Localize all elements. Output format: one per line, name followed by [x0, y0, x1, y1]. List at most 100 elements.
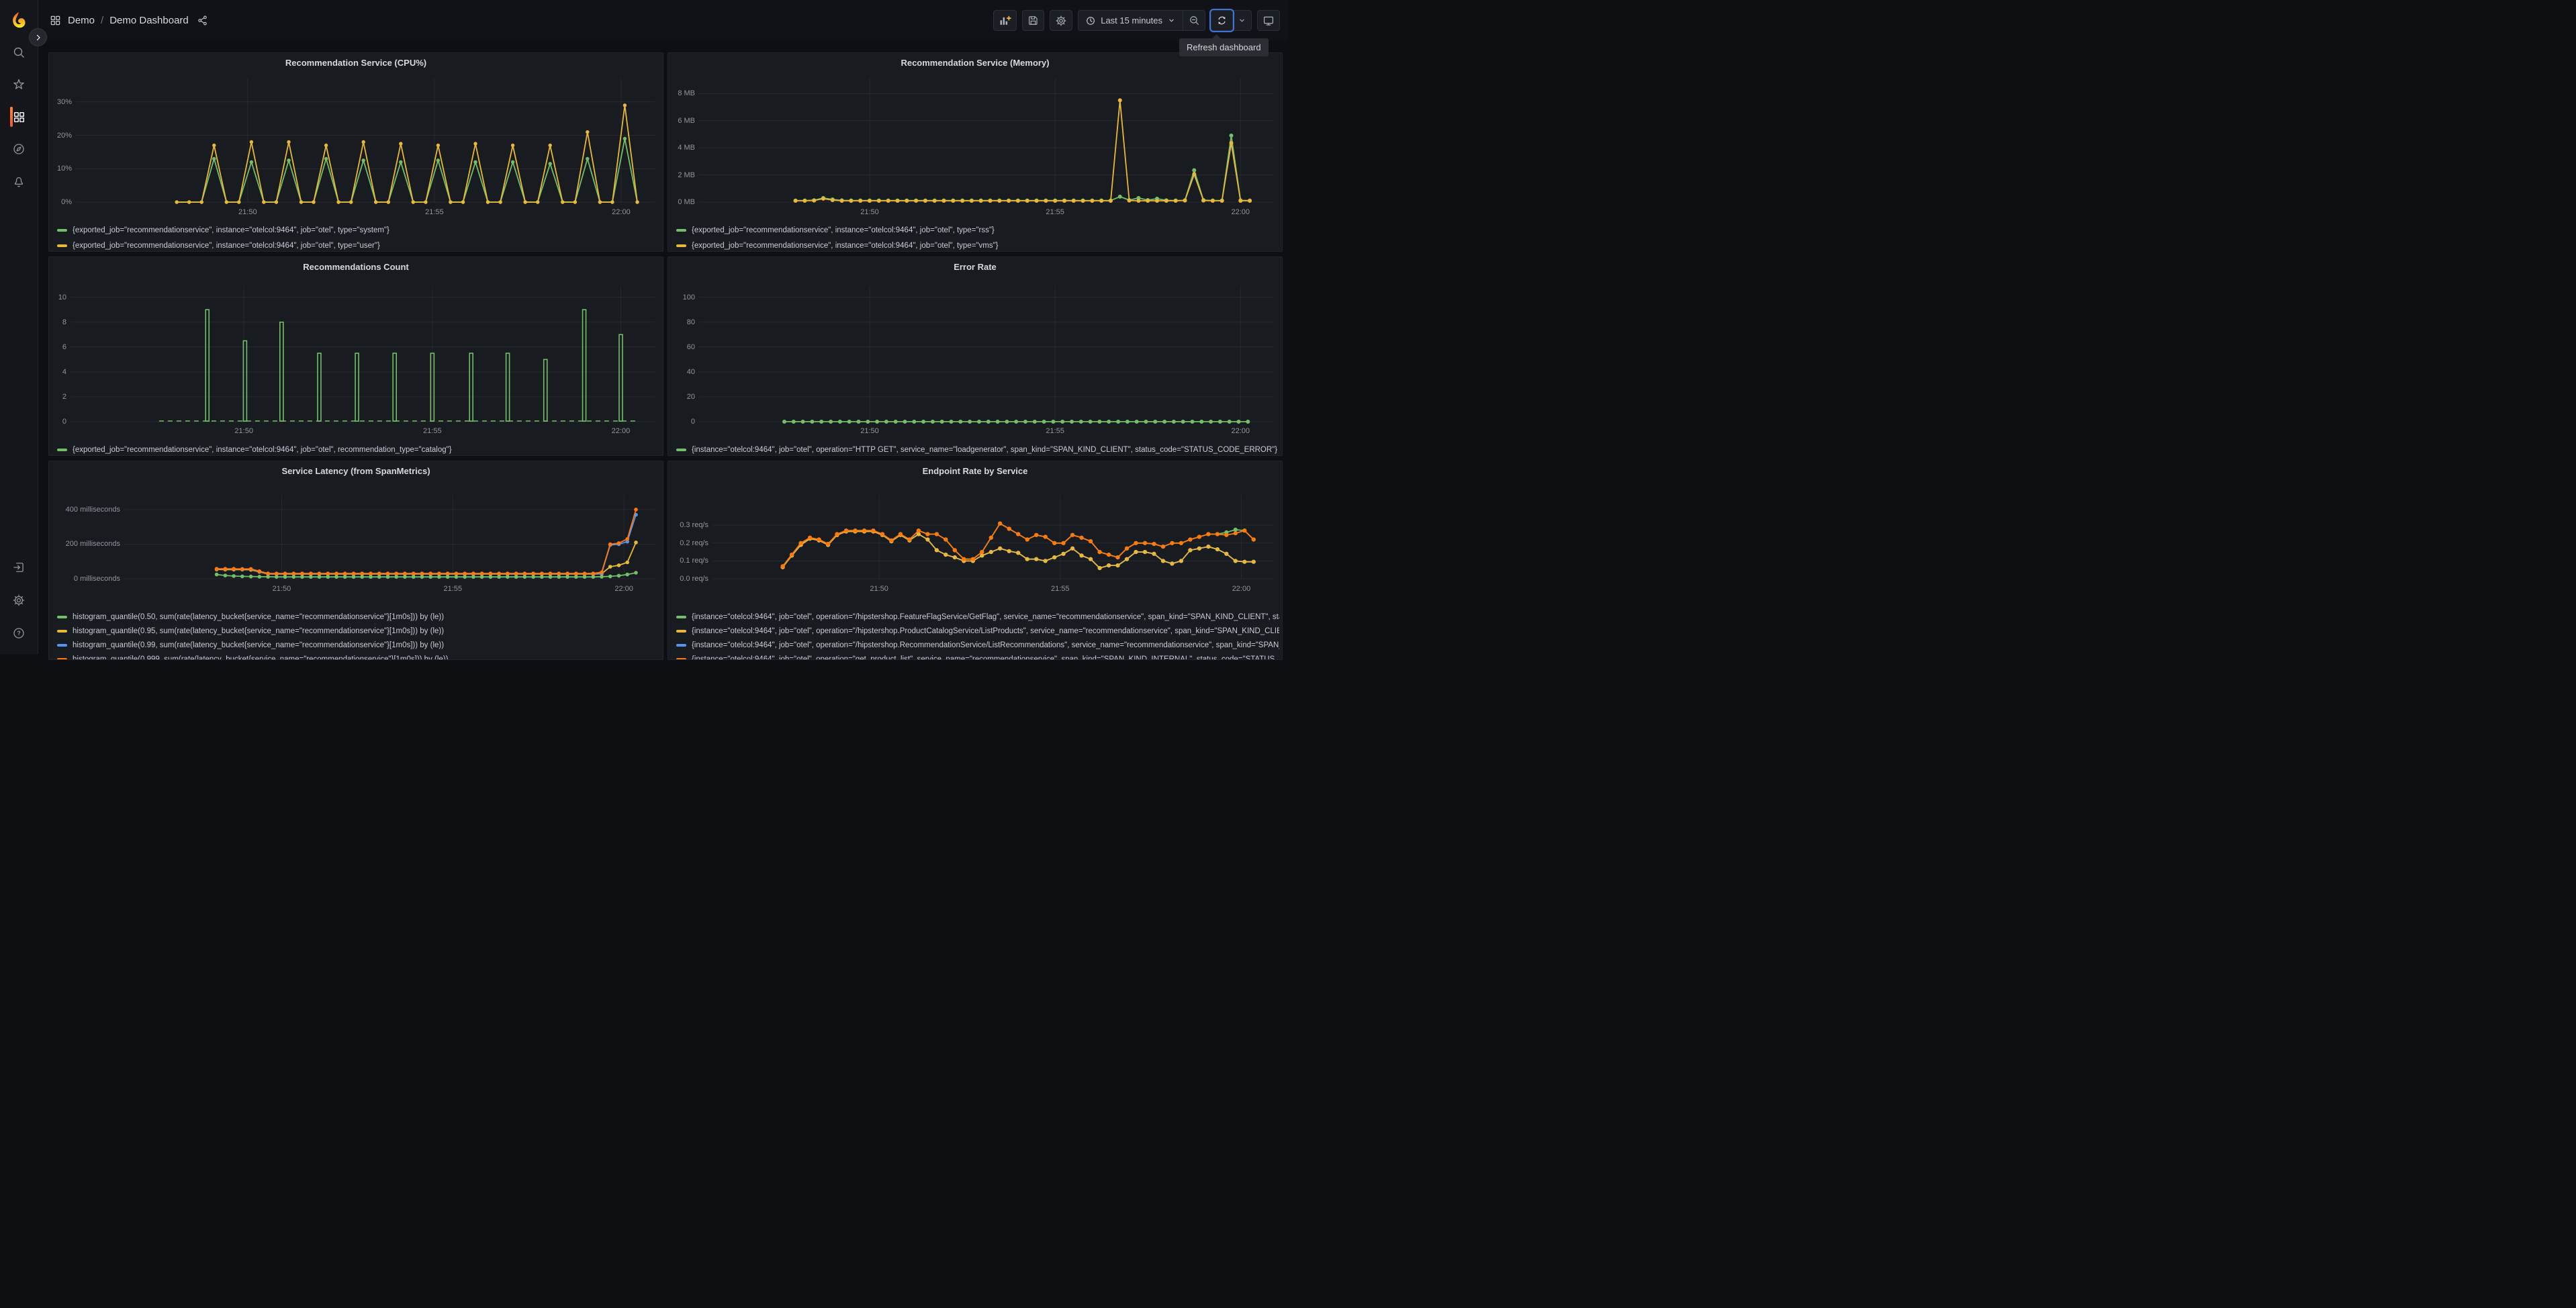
sidebar-item-search[interactable] [6, 40, 32, 65]
y-axis-label: 20 [686, 392, 695, 401]
refresh-button[interactable] [1211, 10, 1233, 31]
legend-item[interactable]: histogram_quantile(0.50, sum(rate(latenc… [57, 610, 660, 624]
legend-series-marker [676, 616, 686, 618]
x-axis-label: 21:50 [238, 208, 257, 216]
panel-title[interactable]: Endpoint Rate by Service [668, 466, 1282, 476]
add-panel-button[interactable] [993, 10, 1017, 31]
chart-canvas[interactable] [699, 79, 1274, 203]
legend-item[interactable]: {instance="otelcol:9464", job="otel", op… [676, 610, 1279, 624]
grafana-logo-icon[interactable] [9, 11, 29, 31]
sidebar: ? [0, 0, 47, 654]
legend-item[interactable]: {exported_job="recommendationservice", i… [676, 224, 1279, 237]
legend-series-marker [676, 658, 686, 659]
legend-item[interactable]: {exported_job="recommendationservice", i… [57, 224, 660, 237]
panel-title[interactable]: Error Rate [668, 262, 1282, 272]
sidebar-item-help[interactable]: ? [6, 620, 32, 646]
legend-series-label: {exported_job="recommendationservice", i… [73, 446, 452, 454]
dashboard-settings-button[interactable] [1050, 10, 1073, 31]
legend-series-label: {exported_job="recommendationservice", i… [73, 226, 389, 234]
clock-icon [1087, 16, 1095, 25]
panel-endpoint-rate: Endpoint Rate by Service {instance="otel… [668, 461, 1283, 660]
y-axis-label: 8 [62, 318, 66, 326]
zoom-out-icon [1189, 16, 1199, 25]
y-axis-label: 8 MB [678, 89, 695, 98]
x-axis-label: 21:55 [443, 585, 463, 593]
chart-canvas[interactable] [124, 495, 655, 579]
breadcrumb-dashboard-title[interactable]: Demo Dashboard [109, 15, 189, 26]
y-axis-label: 30% [56, 97, 72, 106]
legend-series-label: {exported_job="recommendationservice", i… [73, 242, 380, 250]
legend-series-label: {exported_job="recommendationservice", i… [692, 242, 999, 250]
y-axis-label: 0.1 req/s [680, 557, 708, 565]
panel-service-latency: Service Latency (from SpanMetrics) histo… [48, 461, 663, 660]
y-axis-label: 200 milliseconds [65, 540, 120, 549]
legend-series-marker [676, 229, 686, 232]
legend-item[interactable]: {instance="otelcol:9464", job="otel", op… [676, 653, 1279, 659]
panel-title[interactable]: Service Latency (from SpanMetrics) [49, 466, 663, 476]
y-axis-label: 10% [56, 165, 72, 173]
breadcrumb-folder[interactable]: Demo [68, 15, 95, 26]
y-axis-label: 4 MB [678, 144, 695, 152]
panel-error-rate: Error Rate {instance="otelcol:9464", job… [668, 256, 1283, 456]
legend-item[interactable]: {exported_job="recommendationservice", i… [676, 239, 1279, 251]
y-axis-label: 60 [686, 342, 695, 351]
legend-series-marker [676, 244, 686, 247]
chart-canvas[interactable] [76, 79, 655, 204]
breadcrumb-separator: / [101, 15, 104, 26]
legend-series-marker [57, 449, 67, 451]
legend-series-marker [676, 630, 686, 633]
time-controls-group: Last 15 minutes [1078, 10, 1205, 31]
legend-series-marker [57, 616, 67, 618]
chevron-down-icon [1240, 19, 1244, 22]
x-axis-label: 22:00 [612, 208, 631, 216]
legend-series-label: {instance="otelcol:9464", job="otel", op… [692, 613, 1279, 621]
legend-item[interactable]: histogram_quantile(0.99, sum(rate(latenc… [57, 639, 660, 652]
refresh-interval-dropdown[interactable] [1233, 10, 1252, 31]
legend-item[interactable]: histogram_quantile(0.95, sum(rate(latenc… [57, 624, 660, 638]
legend-series-marker [57, 658, 67, 659]
x-axis-label: 22:00 [1231, 427, 1250, 435]
legend-item[interactable]: {exported_job="recommendationservice", i… [57, 239, 660, 251]
panel-title[interactable]: Recommendation Service (CPU%) [49, 58, 663, 68]
dashboard-toolbar: Last 15 minutes [993, 10, 1280, 31]
chart-canvas[interactable] [699, 286, 1274, 424]
y-axis-label: 0 [62, 418, 66, 426]
legend-item[interactable]: {instance="otelcol:9464", job="otel", op… [676, 624, 1279, 638]
sidebar-item-settings[interactable] [6, 588, 32, 613]
legend-series-marker [57, 630, 67, 633]
sidebar-item-alerting[interactable] [6, 169, 32, 195]
y-axis-label: 0 milliseconds [73, 575, 120, 583]
x-axis-label: 22:00 [1232, 585, 1251, 593]
panel-title[interactable]: Recommendation Service (Memory) [668, 58, 1282, 68]
x-axis-label: 21:55 [1051, 585, 1070, 593]
panel-title[interactable]: Recommendations Count [49, 262, 663, 272]
time-range-picker[interactable]: Last 15 minutes [1078, 10, 1183, 31]
y-axis-label: 4 [62, 367, 66, 376]
x-axis-label: 21:55 [425, 208, 444, 216]
cycle-view-mode-button[interactable] [1257, 10, 1280, 31]
sidebar-item-sign-in[interactable] [6, 555, 32, 580]
sidebar-item-starred[interactable] [6, 72, 32, 97]
zoom-out-time-button[interactable] [1183, 10, 1205, 31]
legend-item[interactable]: {instance="otelcol:9464", job="otel", op… [676, 639, 1279, 652]
y-axis-label: 2 [62, 392, 66, 401]
legend-item[interactable]: {exported_job="recommendationservice", i… [57, 443, 660, 455]
grafana-dashboard: { "breadcrumb": {"section": "Demo", "sep… [0, 0, 1288, 660]
chart-canvas[interactable] [712, 495, 1274, 579]
refresh-tooltip: Refresh dashboard [1179, 34, 1269, 56]
chart-canvas[interactable] [71, 286, 655, 422]
share-dashboard-button[interactable] [197, 15, 208, 26]
legend-series-label: {instance="otelcol:9464", job="otel", op… [692, 446, 1278, 454]
save-dashboard-button[interactable] [1022, 10, 1045, 31]
refresh-group [1211, 10, 1252, 31]
sidebar-item-explore[interactable] [6, 136, 32, 162]
legend-item[interactable]: {instance="otelcol:9464", job="otel", op… [676, 443, 1279, 455]
refresh-icon [1218, 16, 1226, 25]
sidebar-expand-button[interactable] [29, 28, 47, 46]
panel-recommendation-memory: Recommendation Service (Memory) {exporte… [668, 52, 1283, 252]
sidebar-item-dashboards[interactable] [6, 104, 32, 130]
legend-item[interactable]: histogram_quantile(0.999, sum(rate(laten… [57, 653, 660, 659]
x-axis-label: 22:00 [611, 427, 631, 435]
y-axis-label: 80 [686, 318, 695, 326]
y-axis-label: 0.0 req/s [680, 575, 708, 583]
